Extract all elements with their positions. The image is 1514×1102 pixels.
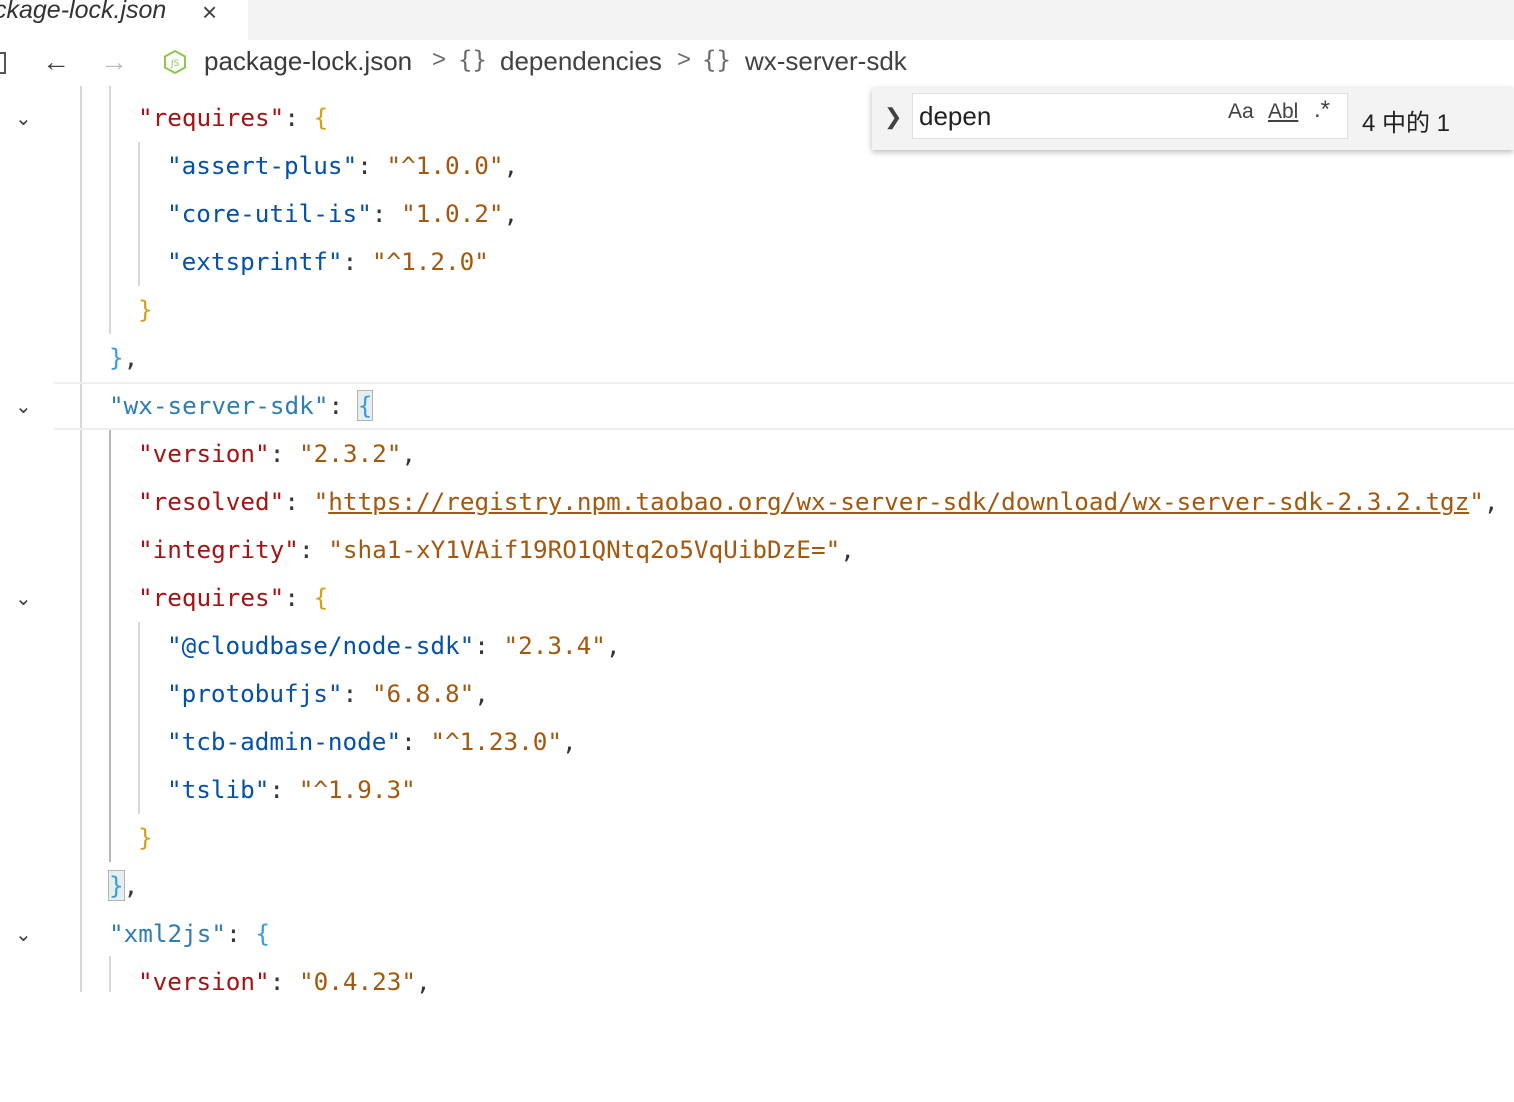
- object-icon: {}: [458, 46, 487, 74]
- close-icon[interactable]: ×: [202, 0, 217, 28]
- code-line: ⌄ "xml2js": {: [0, 910, 1514, 958]
- tab-bar: ckage-lock.json ×: [0, 0, 1514, 40]
- breadcrumb: ← → JS package-lock.json > {} dependenci…: [0, 40, 1514, 86]
- code-line: "version": "2.3.2",: [138, 439, 417, 468]
- code-line: ⌄ "requires": {: [0, 574, 1514, 622]
- regex-toggle[interactable]: .*: [1314, 96, 1330, 124]
- code-line: "version": "0.4.23",: [138, 967, 431, 996]
- chevron-down-icon[interactable]: ⌄: [15, 94, 32, 142]
- code-line-current: ⌄ "wx-server-sdk": {: [0, 382, 1514, 430]
- chevron-down-icon[interactable]: ⌄: [15, 382, 32, 430]
- breadcrumb-separator: >: [432, 46, 447, 73]
- tab-package-lock[interactable]: ckage-lock.json ×: [0, 0, 248, 40]
- nodejs-file-icon: JS: [164, 50, 186, 74]
- code-line: },: [109, 343, 139, 372]
- breadcrumb-item-wx-server-sdk[interactable]: wx-server-sdk: [745, 46, 907, 77]
- breadcrumb-separator: >: [677, 46, 692, 73]
- bracket-match: {: [356, 390, 374, 421]
- chevron-right-icon[interactable]: ❯: [884, 104, 902, 130]
- chevron-down-icon[interactable]: ⌄: [15, 574, 32, 622]
- code-line: "extsprintf": "^1.2.0": [167, 247, 489, 276]
- code-line: }: [138, 823, 153, 852]
- chevron-down-icon[interactable]: ⌄: [15, 910, 32, 958]
- code-line: "@cloudbase/node-sdk": "2.3.4",: [167, 631, 621, 660]
- code-line: "tslib": "^1.9.3": [167, 775, 416, 804]
- back-arrow-icon[interactable]: ←: [42, 46, 70, 78]
- code-line: "tcb-admin-node": "^1.23.0",: [167, 727, 577, 756]
- code-line: "integrity": "sha1-xY1VAif19RO1QNtq2o5Vq…: [138, 535, 855, 564]
- tab-label: ckage-lock.json: [0, 0, 167, 24]
- breadcrumb-file[interactable]: package-lock.json: [204, 46, 412, 77]
- resolved-url-link[interactable]: https://registry.npm.taobao.org/wx-serve…: [328, 487, 1469, 516]
- find-widget: ❯ depen Aa Abl .* 4 中的 1: [872, 88, 1514, 150]
- code-line: "protobufjs": "6.8.8",: [167, 679, 489, 708]
- sidebar-toggle-icon[interactable]: [0, 52, 6, 74]
- code-line: "core-util-is": "1.0.2",: [167, 199, 519, 228]
- code-line: }: [138, 295, 153, 324]
- object-icon: {}: [702, 46, 731, 74]
- match-count: 4 中的 1: [1362, 110, 1451, 137]
- svg-text:JS: JS: [170, 59, 180, 69]
- code-line: },: [108, 870, 139, 901]
- forward-arrow-icon[interactable]: →: [100, 46, 128, 78]
- breadcrumb-item-dependencies[interactable]: dependencies: [500, 46, 662, 77]
- match-case-toggle[interactable]: Aa: [1228, 100, 1254, 124]
- bracket-match: }: [108, 870, 125, 901]
- code-editor[interactable]: ⌄ "requires": { "assert-plus": "^1.0.0",…: [0, 86, 1514, 996]
- code-line: "resolved": "https://registry.npm.taobao…: [138, 487, 1499, 516]
- whole-word-toggle[interactable]: Abl: [1268, 100, 1298, 124]
